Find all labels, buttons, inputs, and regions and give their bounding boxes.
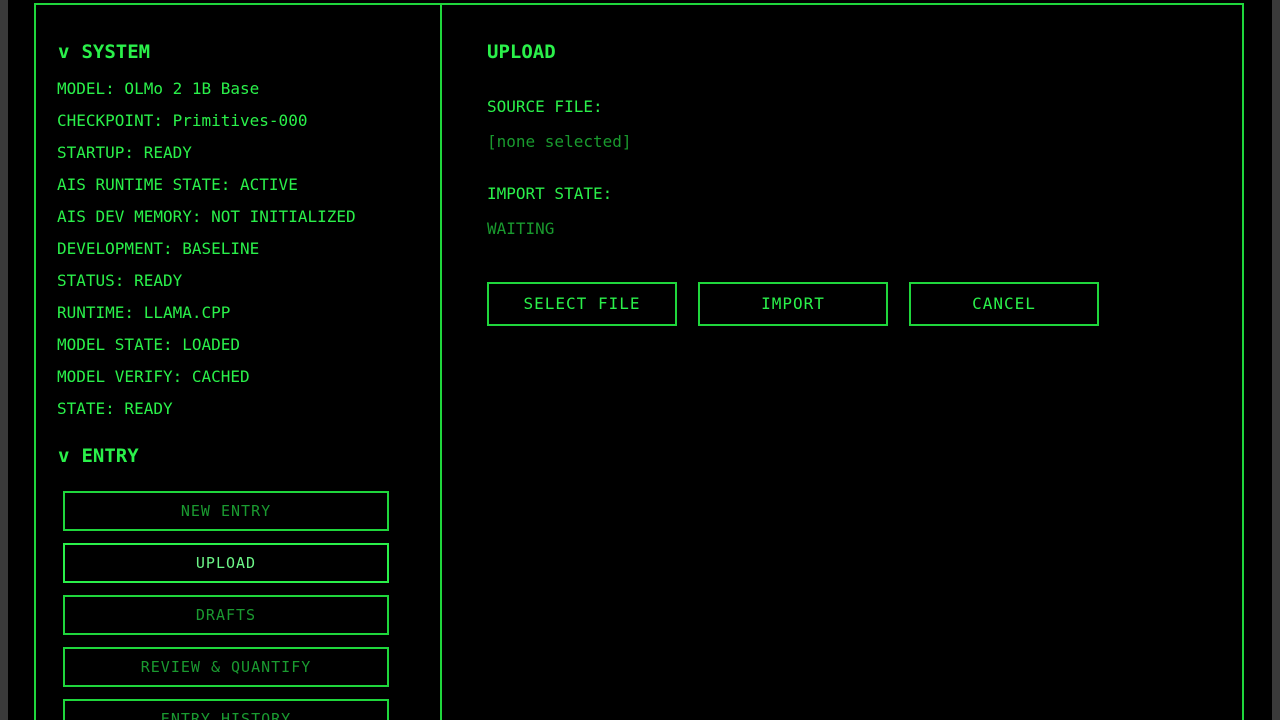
terminal-screen: v SYSTEM MODEL: OLMo 2 1B Base CHECKPOINT… [8,0,1272,720]
import-state-label: IMPORT STATE: [487,184,613,203]
nav-entry-history-button[interactable]: ENTRY HISTORY [63,699,389,720]
entry-section-title: ENTRY [81,445,139,467]
source-file-value: [none selected] [487,132,632,151]
nav-review-quantify-button[interactable]: REVIEW & QUANTIFY [63,647,389,687]
chevron-down-icon: v [58,41,70,63]
nav-new-entry-button[interactable]: NEW ENTRY [63,491,389,531]
system-state-line: STATE: READY [57,399,173,418]
system-checkpoint-line: CHECKPOINT: Primitives-000 [57,111,308,130]
system-ais-runtime-line: AIS RUNTIME STATE: ACTIVE [57,175,298,194]
system-model-verify-line: MODEL VERIFY: CACHED [57,367,250,386]
system-section-title: SYSTEM [81,41,151,63]
chevron-down-icon: v [58,445,70,467]
cancel-button[interactable]: CANCEL [909,282,1099,326]
system-ais-memory-line: AIS DEV MEMORY: NOT INITIALIZED [57,207,356,226]
system-status-line: STATUS: READY [57,271,183,290]
system-model-line: MODEL: OLMo 2 1B Base [57,79,260,98]
import-button[interactable]: IMPORT [698,282,888,326]
select-file-button[interactable]: SELECT FILE [487,282,677,326]
system-startup-line: STARTUP: READY [57,143,192,162]
import-state-value: WAITING [487,219,555,238]
app-frame: v SYSTEM MODEL: OLMo 2 1B Base CHECKPOINT… [34,3,1244,720]
nav-upload-button[interactable]: UPLOAD [63,543,389,583]
page-title: UPLOAD [487,41,556,63]
source-file-label: SOURCE FILE: [487,97,603,116]
system-development-line: DEVELOPMENT: BASELINE [57,239,260,258]
nav-drafts-button[interactable]: DRAFTS [63,595,389,635]
system-section-header[interactable]: v SYSTEM [58,41,150,63]
system-model-state-line: MODEL STATE: LOADED [57,335,241,354]
entry-section-header[interactable]: v ENTRY [58,445,139,467]
system-runtime-line: RUNTIME: LLAMA.CPP [57,303,231,322]
sidebar: v SYSTEM MODEL: OLMo 2 1B Base CHECKPOINT… [36,5,442,720]
